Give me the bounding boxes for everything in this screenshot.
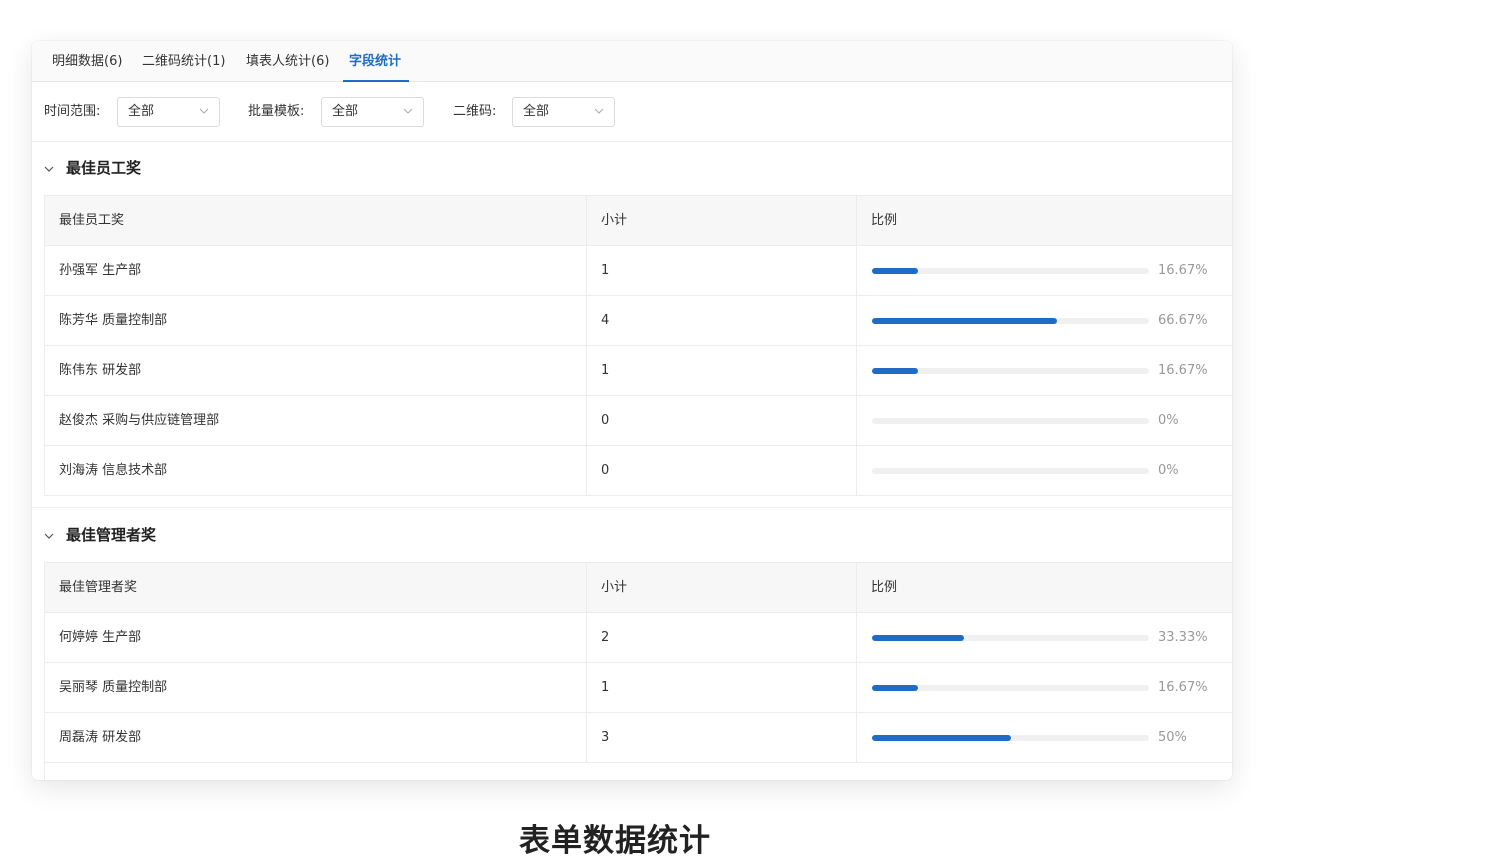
ratio-bar-fill (872, 368, 919, 374)
page-caption: 表单数据统计 (519, 823, 711, 859)
option-count: 0 (586, 396, 856, 445)
ratio-percent: 0% (1158, 463, 1179, 478)
ratio-bar-fill (872, 685, 919, 691)
option-count: 0 (586, 446, 856, 495)
ratio-cell: 16.67% (856, 346, 1232, 395)
option-name: 周磊涛 研发部 (59, 730, 142, 745)
section-best-employee: 最佳员工奖 最佳员工奖 小计 比例 孙强军 生产部 1 16.67% 陈芳华 质… (32, 142, 1232, 508)
ratio-percent: 0% (1158, 413, 1179, 428)
tab-filler-stats[interactable]: 填表人统计(6) (246, 41, 329, 82)
option-count: 1 (586, 346, 856, 395)
tab-qrcode-stats[interactable]: 二维码统计(1) (142, 41, 225, 82)
collapse-toggle-icon[interactable] (42, 529, 56, 543)
column-header-ratio: 比例 (856, 563, 1232, 612)
column-header-name: 最佳员工奖 (59, 213, 125, 228)
ratio-percent: 16.67% (1158, 680, 1208, 695)
option-name: 何婷婷 生产部 (59, 630, 142, 645)
column-header-name: 最佳管理者奖 (59, 580, 138, 595)
ratio-bar-fill (872, 635, 965, 641)
ratio-percent: 16.67% (1158, 363, 1208, 378)
option-count: 2 (586, 613, 856, 662)
option-name: 陈芳华 质量控制部 (59, 313, 168, 328)
option-count: 4 (586, 296, 856, 345)
qrcode-label: 二维码: (453, 104, 497, 119)
option-name: 赵俊杰 采购与供应链管理部 (59, 413, 220, 428)
chevron-down-icon (594, 108, 604, 114)
ratio-bar (872, 318, 1149, 324)
table-row-partial (45, 763, 1232, 780)
ratio-cell: 0% (856, 446, 1232, 495)
ratio-percent: 66.67% (1158, 313, 1208, 328)
stats-table: 最佳管理者奖 小计 比例 何婷婷 生产部 2 33.33% 吴丽琴 质量控制部 … (44, 562, 1232, 780)
column-header-count: 小计 (586, 196, 856, 245)
ratio-bar (872, 268, 1149, 274)
statistics-panel: 明细数据(6) 二维码统计(1) 填表人统计(6) 字段统计 时间范围: 全部 … (32, 41, 1232, 780)
ratio-bar (872, 418, 1149, 424)
tab-detail-data[interactable]: 明细数据(6) (52, 41, 122, 82)
batch-template-label: 批量模板: (248, 104, 305, 119)
qrcode-select[interactable]: 全部 (512, 97, 615, 127)
ratio-bar-fill (872, 735, 1011, 741)
option-count: 1 (586, 246, 856, 295)
table-row: 刘海涛 信息技术部 0 0% (45, 446, 1232, 496)
ratio-cell: 0% (856, 396, 1232, 445)
time-range-label: 时间范围: (44, 104, 101, 119)
ratio-bar (872, 735, 1149, 741)
ratio-cell: 16.67% (856, 663, 1232, 712)
section-title: 最佳员工奖 (66, 159, 142, 177)
option-name: 孙强军 生产部 (59, 263, 142, 278)
filter-bar: 时间范围: 全部 批量模板: 全部 二维码: 全部 (32, 82, 1232, 142)
ratio-bar (872, 468, 1149, 474)
chevron-down-icon (403, 108, 413, 114)
option-name: 陈伟东 研发部 (59, 363, 142, 378)
ratio-percent: 33.33% (1158, 630, 1208, 645)
qrcode-value: 全部 (523, 104, 550, 119)
section-title: 最佳管理者奖 (66, 526, 157, 544)
option-name: 吴丽琴 质量控制部 (59, 680, 168, 695)
ratio-percent: 50% (1158, 730, 1187, 745)
ratio-percent: 16.67% (1158, 263, 1208, 278)
ratio-bar (872, 685, 1149, 691)
column-header-ratio: 比例 (856, 196, 1232, 245)
tab-bar: 明细数据(6) 二维码统计(1) 填表人统计(6) 字段统计 (32, 41, 1232, 82)
ratio-bar (872, 635, 1149, 641)
collapse-toggle-icon[interactable] (42, 162, 56, 176)
tab-field-stats[interactable]: 字段统计 (342, 41, 410, 82)
chevron-down-icon (199, 108, 209, 114)
table-row: 陈芳华 质量控制部 4 66.67% (45, 296, 1232, 346)
section-header: 最佳管理者奖 (32, 509, 1232, 562)
table-row: 赵俊杰 采购与供应链管理部 0 0% (45, 396, 1232, 446)
ratio-cell: 16.67% (856, 246, 1232, 295)
ratio-bar-fill (872, 318, 1057, 324)
option-name: 刘海涛 信息技术部 (59, 463, 168, 478)
table-header-row: 最佳管理者奖 小计 比例 (45, 563, 1232, 613)
table-row: 何婷婷 生产部 2 33.33% (45, 613, 1232, 663)
time-range-select[interactable]: 全部 (117, 97, 220, 127)
ratio-bar (872, 368, 1149, 374)
table-row: 周磊涛 研发部 3 50% (45, 713, 1232, 763)
time-range-value: 全部 (128, 104, 155, 119)
ratio-cell: 66.67% (856, 296, 1232, 345)
ratio-cell: 33.33% (856, 613, 1232, 662)
table-row: 吴丽琴 质量控制部 1 16.67% (45, 663, 1232, 713)
column-header-count: 小计 (586, 563, 856, 612)
section-best-manager: 最佳管理者奖 最佳管理者奖 小计 比例 何婷婷 生产部 2 33.33% 吴丽琴… (32, 509, 1232, 780)
batch-template-select[interactable]: 全部 (321, 97, 424, 127)
table-header-row: 最佳员工奖 小计 比例 (45, 196, 1232, 246)
option-count: 1 (586, 663, 856, 712)
ratio-bar-fill (872, 268, 919, 274)
ratio-cell: 50% (856, 713, 1232, 762)
option-count: 3 (586, 713, 856, 762)
section-header: 最佳员工奖 (32, 142, 1232, 195)
stats-table: 最佳员工奖 小计 比例 孙强军 生产部 1 16.67% 陈芳华 质量控制部 4… (44, 195, 1232, 496)
table-row: 陈伟东 研发部 1 16.67% (45, 346, 1232, 396)
table-row: 孙强军 生产部 1 16.67% (45, 246, 1232, 296)
batch-template-value: 全部 (332, 104, 359, 119)
